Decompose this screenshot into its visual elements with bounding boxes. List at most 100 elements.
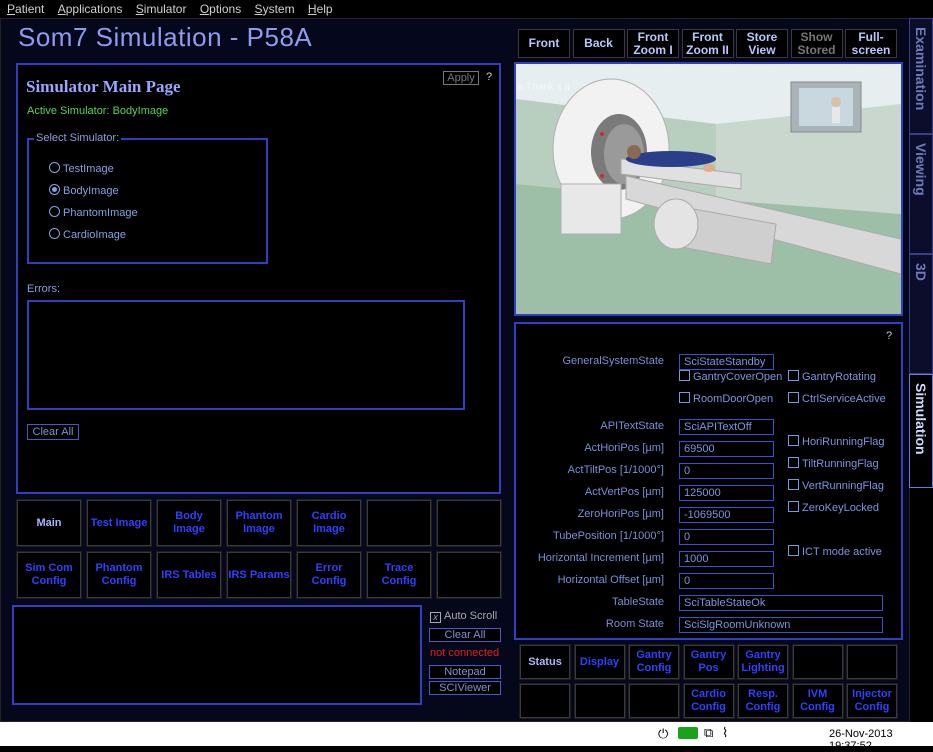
sim-page-button-phantom-config[interactable]: Phantom Config bbox=[86, 551, 152, 599]
state-field-acttiltpos-1-1000[interactable]: 0 bbox=[679, 463, 774, 479]
sim-page-button-irs-tables[interactable]: IRS Tables bbox=[156, 551, 222, 599]
menu-patient[interactable]: Patient bbox=[7, 0, 44, 18]
state-field-zerohoripos-m[interactable]: -1069500 bbox=[679, 507, 774, 523]
view-button-full-screen[interactable]: Full-screen bbox=[845, 29, 897, 58]
log-clear-all-button[interactable]: Clear All bbox=[429, 628, 501, 642]
checkbox-label: RoomDoorOpen bbox=[693, 393, 774, 405]
status-page-button-empty[interactable] bbox=[519, 683, 571, 719]
auto-scroll-checkbox[interactable]: x Auto Scroll bbox=[430, 610, 497, 623]
view-button-front-zoom-i[interactable]: Front Zoom I bbox=[627, 29, 679, 58]
active-simulator-label: Active Simulator: BodyImage bbox=[27, 105, 169, 117]
checkbox-tiltrunningflag[interactable]: TiltRunningFlag bbox=[788, 457, 879, 470]
windows-icon[interactable]: ⧉ bbox=[704, 725, 713, 741]
view-button-store-view[interactable]: Store View bbox=[736, 29, 788, 58]
sim-page-button-trace-config[interactable]: Trace Config bbox=[366, 551, 432, 599]
sim-page-button-empty[interactable] bbox=[366, 499, 432, 547]
status-page-button-empty[interactable] bbox=[846, 644, 898, 680]
status-page-button-gantry-config[interactable]: Gantry Config bbox=[628, 644, 680, 680]
state-field-horizontal-increment-m[interactable]: 1000 bbox=[679, 551, 774, 567]
checkbox-icon bbox=[679, 392, 690, 403]
view-button-front-zoom-ii[interactable]: Front Zoom II bbox=[681, 29, 734, 58]
checkbox-label: CtrlServiceActive bbox=[802, 393, 886, 405]
tab-viewing[interactable]: Viewing bbox=[909, 134, 933, 254]
status-page-button-gantry-lighting[interactable]: Gantry Lighting bbox=[737, 644, 789, 680]
sim-page-button-empty[interactable] bbox=[436, 551, 502, 599]
checkbox-gantrycoveropen[interactable]: GantryCoverOpen bbox=[679, 370, 782, 383]
tab-examination[interactable]: Examination bbox=[909, 18, 933, 134]
log-output[interactable] bbox=[12, 605, 422, 705]
checkbox-ict-mode-active[interactable]: ICT mode active bbox=[788, 545, 882, 558]
status-page-button-display[interactable]: Display bbox=[573, 644, 626, 680]
checkbox-horirunningflag[interactable]: HoriRunningFlag bbox=[788, 435, 885, 448]
tab-simulation[interactable]: Simulation bbox=[909, 374, 933, 488]
sim-page-button-empty[interactable] bbox=[436, 499, 502, 547]
state-field-horizontal-offset-m[interactable]: 0 bbox=[679, 573, 774, 589]
power-icon[interactable]: ⏻ bbox=[658, 726, 668, 742]
help-icon[interactable]: ? bbox=[486, 71, 492, 83]
menu-simulator[interactable]: Simulator bbox=[136, 0, 187, 18]
status-page-button-gantry-pos[interactable]: Gantry Pos bbox=[682, 644, 735, 680]
sim-page-button-cardio-image[interactable]: Cardio Image bbox=[296, 499, 362, 547]
checkbox-icon bbox=[788, 479, 799, 490]
menu-options[interactable]: Options bbox=[200, 0, 241, 18]
view-button-back[interactable]: Back bbox=[572, 29, 625, 58]
state-field-acthoripos-m[interactable]: 69500 bbox=[679, 441, 774, 457]
radio-phantomimage[interactable]: PhantomImage bbox=[49, 206, 138, 219]
network-icon[interactable] bbox=[678, 727, 698, 739]
state-field-actvertpos-m[interactable]: 125000 bbox=[679, 485, 774, 501]
status-page-button-resp-config[interactable]: Resp. Config bbox=[737, 683, 789, 719]
view-button-show-stored[interactable]: Show Stored bbox=[790, 29, 843, 58]
view-button-front[interactable]: Front bbox=[518, 29, 570, 58]
connection-status: not connected bbox=[430, 647, 500, 659]
status-page-button-empty[interactable] bbox=[628, 683, 680, 719]
menu-help[interactable]: Help bbox=[308, 0, 333, 18]
errors-textarea[interactable] bbox=[27, 300, 465, 410]
radio-bodyimage[interactable]: BodyImage bbox=[49, 184, 119, 197]
status-page-button-ivm-config[interactable]: IVM Config bbox=[791, 683, 844, 719]
radio-testimage[interactable]: TestImage bbox=[49, 162, 114, 175]
plug-icon[interactable]: ⌇ bbox=[722, 725, 728, 741]
checkbox-zerokeylocked[interactable]: ZeroKeyLocked bbox=[788, 501, 879, 514]
tab-3d[interactable]: 3D bbox=[909, 254, 933, 374]
status-page-button-injector-config[interactable]: Injector Config bbox=[846, 683, 898, 719]
status-page-button-cardio-config[interactable]: Cardio Config bbox=[682, 683, 735, 719]
state-help-icon[interactable]: ? bbox=[886, 330, 892, 342]
sciviewer-button[interactable]: SCIViewer bbox=[429, 681, 501, 695]
menu-system[interactable]: System bbox=[255, 0, 295, 18]
3d-viewport[interactable]: a Thank s a bbox=[514, 62, 903, 316]
checkbox-icon bbox=[679, 370, 690, 381]
apply-button[interactable]: Apply bbox=[443, 71, 479, 85]
state-label-tubeposition-1-1000: TubePosition [1/1000°] bbox=[552, 530, 664, 542]
sim-page-button-test-image[interactable]: Test Image bbox=[86, 499, 152, 547]
state-label-apitextstate: APITextState bbox=[600, 420, 664, 432]
sim-page-button-irs-params[interactable]: IRS Params bbox=[226, 551, 292, 599]
sim-page-button-phantom-image[interactable]: Phantom Image bbox=[226, 499, 292, 547]
radio-cardioimage[interactable]: CardioImage bbox=[49, 228, 126, 241]
state-field-apitextstate[interactable]: SciAPITextOff bbox=[679, 419, 774, 435]
sim-page-button-body-image[interactable]: Body Image bbox=[156, 499, 222, 547]
sim-page-button-error-config[interactable]: Error Config bbox=[296, 551, 362, 599]
checkbox-roomdooropen[interactable]: RoomDoorOpen bbox=[679, 392, 773, 405]
ct-scanner-scene-image bbox=[516, 64, 901, 314]
checkbox-label: ICT mode active bbox=[802, 546, 882, 558]
status-page-button-empty[interactable] bbox=[573, 683, 626, 719]
status-page-button-status[interactable]: Status bbox=[519, 644, 571, 680]
state-field-tubeposition-1-1000[interactable]: 0 bbox=[679, 529, 774, 545]
checkbox-label: GantryRotating bbox=[802, 371, 876, 383]
status-page-button-empty[interactable] bbox=[791, 644, 844, 680]
sim-page-button-sim-com-config[interactable]: Sim Com Config bbox=[16, 551, 82, 599]
radio-icon bbox=[49, 228, 60, 239]
checkbox-vertrunningflag[interactable]: VertRunningFlag bbox=[788, 479, 884, 492]
menu-applications[interactable]: Applications bbox=[58, 0, 123, 18]
checkbox-ctrlserviceactive[interactable]: CtrlServiceActive bbox=[788, 392, 886, 405]
checkbox-gantryrotating[interactable]: GantryRotating bbox=[788, 370, 876, 383]
sim-page-button-main[interactable]: Main bbox=[16, 499, 82, 547]
radio-selected-icon bbox=[49, 184, 60, 195]
state-field-room-state[interactable]: SciSlgRoomUnknown bbox=[679, 617, 883, 633]
checkbox-label: HoriRunningFlag bbox=[802, 436, 885, 448]
state-field-tablestate[interactable]: SciTableStateOk bbox=[679, 595, 883, 611]
checkbox-icon bbox=[788, 501, 799, 512]
clear-errors-button[interactable]: Clear All bbox=[27, 424, 79, 440]
state-field-generalsystemstate[interactable]: SciStateStandby bbox=[679, 354, 774, 370]
notepad-button[interactable]: Notepad bbox=[429, 665, 501, 679]
